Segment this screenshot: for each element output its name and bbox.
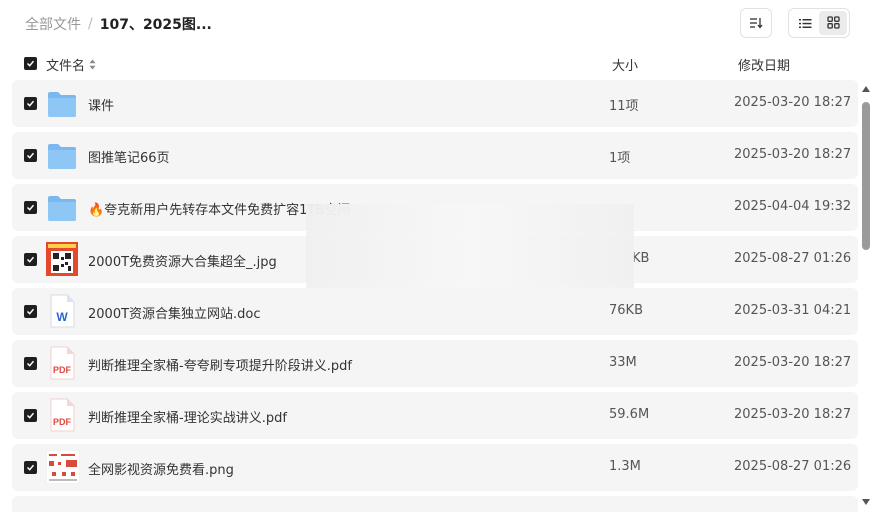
file-name[interactable]: 2000T资源合集独立网站.doc <box>88 303 261 322</box>
list-view-icon <box>798 14 812 33</box>
file-size: 33M <box>609 355 637 370</box>
checkmark-icon <box>26 60 35 67</box>
checkmark-icon <box>26 256 35 263</box>
checkmark-icon <box>26 204 35 211</box>
row-checkbox[interactable] <box>24 357 37 370</box>
file-date: 2025-03-20 18:27 <box>734 95 852 110</box>
breadcrumb-separator: / <box>88 16 93 32</box>
row-checkbox[interactable] <box>24 97 37 110</box>
pdf-icon: PDF <box>46 346 78 380</box>
pdf-icon-label: PDF <box>53 417 72 427</box>
checkmark-icon <box>26 100 35 107</box>
word-icon-label: W <box>56 310 68 324</box>
date-column-header[interactable]: 修改日期 <box>738 55 790 74</box>
file-date: 2025-04-04 19:32 <box>734 199 852 214</box>
grid-view-icon <box>826 14 840 33</box>
grid-view-button[interactable] <box>819 11 847 35</box>
breadcrumb-root-link[interactable]: 全部文件 <box>25 14 81 34</box>
file-date: 2025-03-20 18:27 <box>734 355 852 370</box>
scroll-down-arrow-icon[interactable] <box>862 499 870 505</box>
checkmark-icon <box>26 412 35 419</box>
file-row[interactable]: W 2000T资源合集独立网站.doc 76KB 2025-03-31 04:2… <box>12 288 858 335</box>
sort-arrows-icon <box>89 59 96 70</box>
file-name[interactable]: 全网影视资源免费看.png <box>88 459 234 478</box>
word-doc-icon: W <box>46 294 78 328</box>
name-column-header[interactable]: 文件名 <box>46 55 96 74</box>
file-list-header: 文件名 大小 修改日期 <box>24 55 854 74</box>
file-row-partial[interactable] <box>12 496 858 512</box>
checkmark-icon <box>26 360 35 367</box>
folder-icon <box>46 193 78 223</box>
obscured-overlay <box>306 204 634 288</box>
file-date: 2025-03-20 18:27 <box>734 147 852 162</box>
row-checkbox[interactable] <box>24 253 37 266</box>
scroll-up-arrow-icon[interactable] <box>862 86 870 92</box>
file-row[interactable]: PDF 判断推理全家桶-理论实战讲义.pdf 59.6M 2025-03-20 … <box>12 392 858 439</box>
file-name[interactable]: 图推笔记66页 <box>88 147 170 166</box>
file-date: 2025-03-20 18:27 <box>734 407 852 422</box>
file-row[interactable]: 课件 11项 2025-03-20 18:27 <box>12 80 858 127</box>
folder-icon <box>46 89 78 119</box>
folder-icon <box>46 141 78 171</box>
file-row[interactable]: PDF 判断推理全家桶-夸夸刷专项提升阶段讲义.pdf 33M 2025-03-… <box>12 340 858 387</box>
scrollbar-thumb[interactable] <box>862 102 870 250</box>
row-checkbox[interactable] <box>24 409 37 422</box>
file-size: 1.3M <box>609 459 641 474</box>
sort-order-icon <box>749 14 763 33</box>
checkmark-icon <box>26 464 35 471</box>
view-toggle <box>788 8 850 38</box>
scrollbar[interactable] <box>860 86 872 510</box>
select-all-checkbox[interactable] <box>24 57 37 70</box>
file-name[interactable]: 判断推理全家桶-理论实战讲义.pdf <box>88 407 287 426</box>
breadcrumb: 全部文件 / 107、2025图... <box>25 14 212 34</box>
file-name[interactable]: 课件 <box>88 95 114 114</box>
file-list: 课件 11项 2025-03-20 18:27 图推笔记66页 1项 2025-… <box>12 80 858 512</box>
file-size: 11项 <box>609 99 639 114</box>
row-checkbox[interactable] <box>24 461 37 474</box>
row-checkbox[interactable] <box>24 305 37 318</box>
row-checkbox[interactable] <box>24 201 37 214</box>
file-row[interactable]: 图推笔记66页 1项 2025-03-20 18:27 <box>12 132 858 179</box>
file-size: KB <box>632 251 650 266</box>
list-view-button[interactable] <box>791 11 819 35</box>
image-thumbnail-icon <box>46 242 78 276</box>
file-size: 76KB <box>609 303 643 318</box>
file-date: 2025-08-27 01:26 <box>734 251 852 266</box>
image-thumbnail-icon <box>45 449 81 485</box>
breadcrumb-current: 107、2025图... <box>99 17 212 33</box>
file-size: 59.6M <box>609 407 650 422</box>
row-checkbox[interactable] <box>24 149 37 162</box>
file-date: 2025-03-31 04:21 <box>734 303 852 318</box>
sort-button[interactable] <box>740 8 772 38</box>
checkmark-icon <box>26 308 35 315</box>
file-date: 2025-08-27 01:26 <box>734 459 852 474</box>
pdf-icon-label: PDF <box>53 365 72 375</box>
file-row[interactable]: 全网影视资源免费看.png 1.3M 2025-08-27 01:26 <box>12 444 858 491</box>
size-column-header[interactable]: 大小 <box>612 55 638 74</box>
pdf-icon: PDF <box>46 398 78 432</box>
file-name[interactable]: 2000T免费资源大合集超全_.jpg <box>88 251 277 270</box>
checkmark-icon <box>26 152 35 159</box>
file-name[interactable]: 判断推理全家桶-夸夸刷专项提升阶段讲义.pdf <box>88 355 352 374</box>
name-column-label: 文件名 <box>46 59 86 74</box>
file-size: 1项 <box>609 151 631 166</box>
